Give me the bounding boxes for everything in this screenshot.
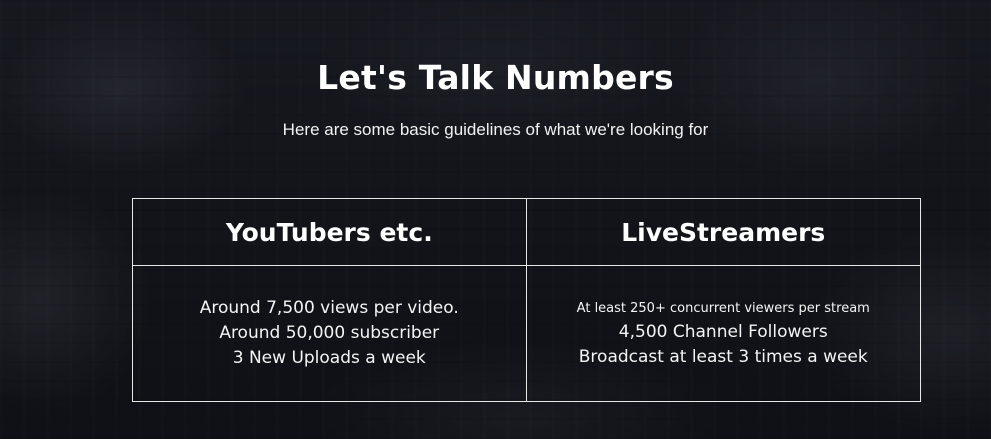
requirements-table: YouTubers etc. LiveStreamers Around 7,50… (132, 198, 921, 402)
livestreamers-requirements-cell: At least 250+ concurrent viewers per str… (527, 266, 921, 401)
youtubers-heading: YouTubers etc. (225, 217, 433, 247)
youtubers-upload-requirement: 3 New Uploads a week (232, 348, 426, 368)
youtubers-requirements-cell: Around 7,500 views per video. Around 50,… (133, 266, 527, 401)
youtubers-views-requirement: Around 7,500 views per video. (199, 298, 459, 318)
livestreamers-followers-requirement: 4,500 Channel Followers (618, 321, 828, 342)
livestreamers-broadcast-requirement: Broadcast at least 3 times a week (578, 346, 868, 367)
hero-content: Let's Talk Numbers Here are some basic g… (0, 0, 991, 439)
livestreamers-header-cell: LiveStreamers (526, 199, 920, 266)
youtubers-subscriber-requirement: Around 50,000 subscriber (219, 323, 440, 343)
hero-section: Let's Talk Numbers Here are some basic g… (0, 0, 991, 439)
livestreamers-heading: LiveStreamers (621, 217, 826, 247)
page-title: Let's Talk Numbers (317, 58, 674, 97)
youtubers-header-cell: YouTubers etc. (133, 199, 527, 266)
page-subtitle: Here are some basic guidelines of what w… (282, 120, 709, 139)
livestreamers-viewers-requirement: At least 250+ concurrent viewers per str… (576, 300, 870, 316)
